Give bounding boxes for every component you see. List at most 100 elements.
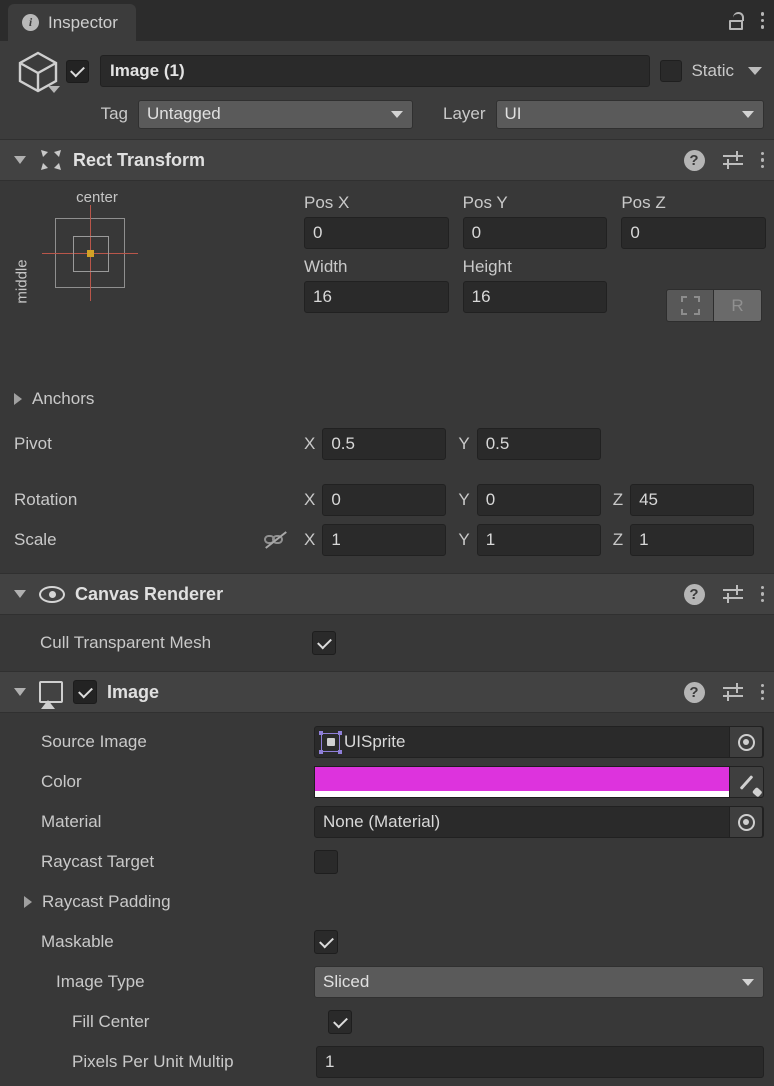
chevron-down-icon xyxy=(742,979,754,986)
cull-transparent-mesh-checkbox[interactable] xyxy=(312,631,336,655)
raycast-target-label: Raycast Target xyxy=(41,852,314,872)
static-dropdown-caret-icon[interactable] xyxy=(748,67,762,75)
material-field[interactable]: None (Material) xyxy=(314,806,764,838)
pixels-per-unit-input[interactable]: 1 xyxy=(316,1046,764,1078)
scale-z-axis-label: Z xyxy=(613,530,623,550)
scale-x-input[interactable]: 1 xyxy=(322,524,446,556)
image-component-icon xyxy=(39,681,63,703)
scale-row: Scale X 1 Y 1 Z 1 xyxy=(14,524,764,556)
pos-z-input[interactable]: 0 xyxy=(621,217,766,249)
tag-dropdown[interactable]: Untagged xyxy=(138,100,413,129)
source-image-row: Source Image UISprite xyxy=(10,722,764,762)
object-picker-button[interactable] xyxy=(729,806,763,838)
rotation-z-input[interactable]: 45 xyxy=(630,484,754,516)
pixels-per-unit-row: Pixels Per Unit Multip 1 xyxy=(10,1042,764,1082)
scale-y-input[interactable]: 1 xyxy=(477,524,601,556)
foldout-expanded-icon[interactable] xyxy=(14,688,26,696)
fill-center-checkbox[interactable] xyxy=(328,1010,352,1034)
pixels-per-unit-label: Pixels Per Unit Multip xyxy=(72,1052,316,1072)
anchor-vertical-label: middle xyxy=(14,259,31,303)
foldout-collapsed-icon[interactable] xyxy=(14,393,22,405)
kebab-menu-icon[interactable] xyxy=(761,12,765,29)
anchor-pivot-dot xyxy=(87,250,94,257)
eye-icon xyxy=(39,586,65,603)
pos-labels-row: Pos X Pos Y Pos Z xyxy=(304,189,766,217)
anchor-preset-widget[interactable]: center middle xyxy=(18,189,148,206)
preset-sliders-icon[interactable] xyxy=(722,584,744,604)
raycast-padding-label: Raycast Padding xyxy=(42,892,171,912)
sprite-icon xyxy=(321,733,340,752)
pos-x-input[interactable]: 0 xyxy=(304,217,449,249)
lock-open-icon[interactable] xyxy=(729,12,745,30)
tab-inspector[interactable]: i Inspector xyxy=(8,4,136,41)
kebab-menu-icon[interactable] xyxy=(761,152,765,169)
info-icon: i xyxy=(22,14,39,31)
image-component-title: Image xyxy=(107,682,159,703)
rotation-label: Rotation xyxy=(14,490,304,510)
eyedropper-icon xyxy=(740,775,754,790)
blueprint-mode-icon xyxy=(681,296,700,315)
kebab-menu-icon[interactable] xyxy=(761,586,765,603)
source-image-field[interactable]: UISprite xyxy=(314,726,764,758)
help-icon[interactable]: ? xyxy=(684,584,705,605)
static-checkbox[interactable] xyxy=(660,60,682,82)
cube-dropdown-caret-icon[interactable] xyxy=(48,86,60,93)
layer-dropdown[interactable]: UI xyxy=(496,100,764,129)
color-swatch[interactable] xyxy=(314,766,730,798)
pos-y-label: Pos Y xyxy=(463,189,608,217)
preset-sliders-icon-svg xyxy=(722,150,744,170)
canvas-renderer-actions: ? xyxy=(684,584,765,605)
preset-sliders-icon[interactable] xyxy=(722,150,744,170)
gameobject-header: Image (1) Static Tag Untagged Layer UI xyxy=(0,41,774,139)
rect-fields-grid: Pos X Pos Y Pos Z 0 0 0 Width Height 16 … xyxy=(304,189,766,313)
pos-y-input[interactable]: 0 xyxy=(463,217,608,249)
rect-transform-actions: ? xyxy=(684,150,765,171)
help-icon[interactable]: ? xyxy=(684,682,705,703)
link-broken-icon[interactable] xyxy=(264,531,288,549)
rotation-row: Rotation X 0 Y 0 Z 45 xyxy=(14,484,764,516)
canvas-renderer-header[interactable]: Canvas Renderer ? xyxy=(0,573,774,615)
color-swatch-alpha xyxy=(315,791,729,797)
rotation-y-input[interactable]: 0 xyxy=(477,484,601,516)
image-component-enabled-checkbox[interactable] xyxy=(73,680,97,704)
chevron-down-icon xyxy=(391,111,403,118)
material-label: Material xyxy=(41,812,314,832)
kebab-menu-icon[interactable] xyxy=(761,684,765,701)
preset-sliders-icon[interactable] xyxy=(722,682,744,702)
anchors-label: Anchors xyxy=(32,389,94,409)
rotation-x-input[interactable]: 0 xyxy=(322,484,446,516)
eyedropper-button[interactable] xyxy=(730,766,764,798)
fill-center-label: Fill Center xyxy=(72,1012,328,1032)
width-label: Width xyxy=(304,253,449,281)
image-type-dropdown[interactable]: Sliced xyxy=(314,966,764,998)
width-input[interactable]: 16 xyxy=(304,281,449,313)
scale-z-input[interactable]: 1 xyxy=(630,524,754,556)
foldout-expanded-icon[interactable] xyxy=(14,590,26,598)
layer-label: Layer xyxy=(443,104,486,124)
foldout-expanded-icon[interactable] xyxy=(14,156,26,164)
cube-icon[interactable] xyxy=(10,47,66,95)
pivot-y-input[interactable]: 0.5 xyxy=(477,428,601,460)
rect-transform-header[interactable]: Rect Transform ? xyxy=(0,139,774,181)
source-image-value: UISprite xyxy=(344,732,405,752)
raycast-padding-row[interactable]: Raycast Padding xyxy=(10,882,764,922)
image-type-label: Image Type xyxy=(56,972,314,992)
raycast-target-checkbox[interactable] xyxy=(314,850,338,874)
object-picker-button[interactable] xyxy=(729,726,763,758)
pivot-x-input[interactable]: 0.5 xyxy=(322,428,446,460)
image-component-body: Source Image UISprite Color xyxy=(0,713,774,1086)
blueprint-mode-button[interactable] xyxy=(666,289,714,322)
raw-mode-button[interactable]: R xyxy=(714,289,762,322)
gameobject-name-input[interactable]: Image (1) xyxy=(100,55,650,87)
maskable-checkbox[interactable] xyxy=(314,930,338,954)
pivot-row: Pivot X 0.5 Y 0.5 xyxy=(14,428,764,460)
image-component-header[interactable]: Image ? xyxy=(0,671,774,713)
height-input[interactable]: 16 xyxy=(463,281,608,313)
object-picker-icon xyxy=(738,814,755,831)
foldout-collapsed-icon[interactable] xyxy=(24,896,32,908)
help-icon[interactable]: ? xyxy=(684,150,705,171)
tag-label: Tag xyxy=(10,104,138,124)
rect-transform-icon xyxy=(39,148,63,172)
gameobject-enabled-checkbox[interactable] xyxy=(66,60,89,83)
anchors-foldout-row[interactable]: Anchors xyxy=(14,389,94,409)
